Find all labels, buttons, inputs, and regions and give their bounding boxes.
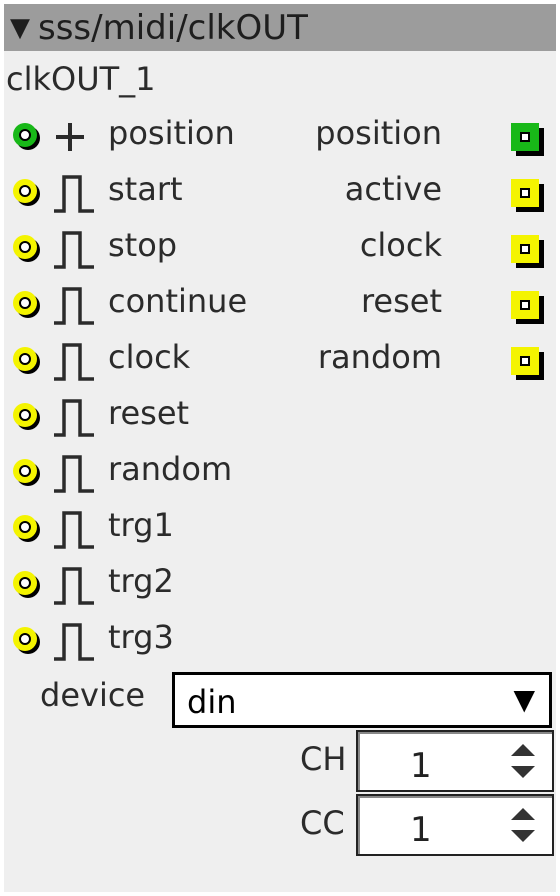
outlet-connector-icon[interactable] bbox=[510, 178, 546, 214]
inlet-connector-icon[interactable] bbox=[12, 402, 42, 432]
collapse-triangle-icon[interactable]: ▼ bbox=[10, 15, 30, 41]
cc-label: CC bbox=[300, 804, 345, 842]
inlet-label: trg2 bbox=[108, 562, 174, 600]
instance-name[interactable]: clkOUT_1 bbox=[6, 60, 156, 98]
cc-value: 1 bbox=[410, 810, 432, 850]
inlet-connector-icon[interactable] bbox=[12, 570, 42, 600]
pulse-icon bbox=[54, 567, 94, 605]
outlet-label: clock bbox=[359, 226, 442, 264]
outlet-label: reset bbox=[360, 282, 442, 320]
spinner-arrows-icon[interactable] bbox=[508, 742, 538, 782]
device-label: device bbox=[40, 676, 146, 714]
outlet-connector-icon[interactable] bbox=[510, 290, 546, 326]
outlet-row-position: position bbox=[4, 108, 556, 164]
outlet-row-reset: reset bbox=[4, 276, 556, 332]
inlet-connector-icon[interactable] bbox=[12, 458, 42, 488]
ch-label: CH bbox=[300, 740, 347, 778]
outlet-connector-icon[interactable] bbox=[510, 122, 546, 158]
inlet-label: random bbox=[108, 450, 233, 488]
pulse-icon bbox=[54, 511, 94, 549]
object-title: sss/midi/clkOUT bbox=[38, 7, 308, 48]
ch-value: 1 bbox=[410, 746, 432, 786]
outlet-connector-icon[interactable] bbox=[510, 346, 546, 382]
inlet-connector-icon[interactable] bbox=[12, 626, 42, 656]
title-bar[interactable]: ▼ sss/midi/clkOUT bbox=[4, 4, 556, 51]
outlet-row-random: random bbox=[4, 332, 556, 388]
outlet-label: position bbox=[315, 114, 442, 152]
outlet-row-active: active bbox=[4, 164, 556, 220]
inlet-label: trg3 bbox=[108, 618, 174, 656]
spinner-arrows-icon[interactable] bbox=[508, 806, 538, 846]
cc-number-box[interactable]: 1 bbox=[356, 794, 554, 856]
object-panel: ▼ sss/midi/clkOUT clkOUT_1 position start… bbox=[4, 4, 556, 892]
outlet-connector-icon[interactable] bbox=[510, 234, 546, 270]
device-value: din bbox=[187, 683, 237, 721]
inlet-connector-icon[interactable] bbox=[12, 514, 42, 544]
dropdown-arrow-icon: ▼ bbox=[513, 683, 535, 716]
pulse-icon bbox=[54, 455, 94, 493]
ch-number-box[interactable]: 1 bbox=[356, 730, 554, 792]
outlet-label: active bbox=[344, 170, 442, 208]
pulse-icon bbox=[54, 399, 94, 437]
device-select[interactable]: din ▼ bbox=[172, 672, 552, 728]
outlet-row-clock: clock bbox=[4, 220, 556, 276]
inlet-label: reset bbox=[108, 394, 190, 432]
pulse-icon bbox=[54, 623, 94, 661]
outlet-label: random bbox=[317, 338, 442, 376]
inlet-label: trg1 bbox=[108, 506, 174, 544]
